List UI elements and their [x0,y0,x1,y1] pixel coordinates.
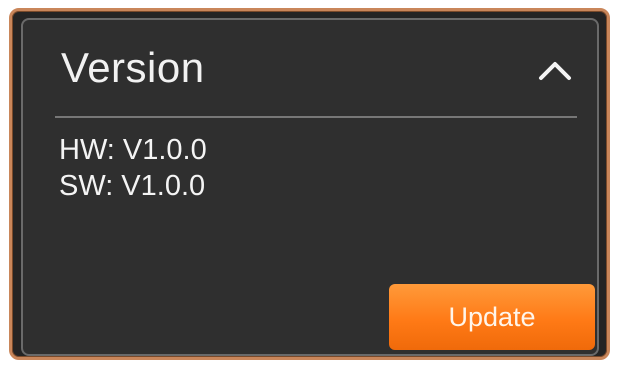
hardware-version: HW: V1.0.0 [59,134,207,166]
collapse-button[interactable] [531,46,579,94]
panel-title: Version [61,44,205,91]
software-version: SW: V1.0.0 [59,170,206,202]
chevron-up-icon [539,62,571,80]
header-divider [55,116,577,118]
version-panel: Version HW: V1.0.0 SW: V1.0.0 Update [21,18,599,356]
update-button[interactable]: Update [389,284,595,350]
version-widget: Version HW: V1.0.0 SW: V1.0.0 Update [0,0,617,365]
version-info: HW: V1.0.0 SW: V1.0.0 [59,132,207,204]
panel-header[interactable]: Version [23,20,597,116]
